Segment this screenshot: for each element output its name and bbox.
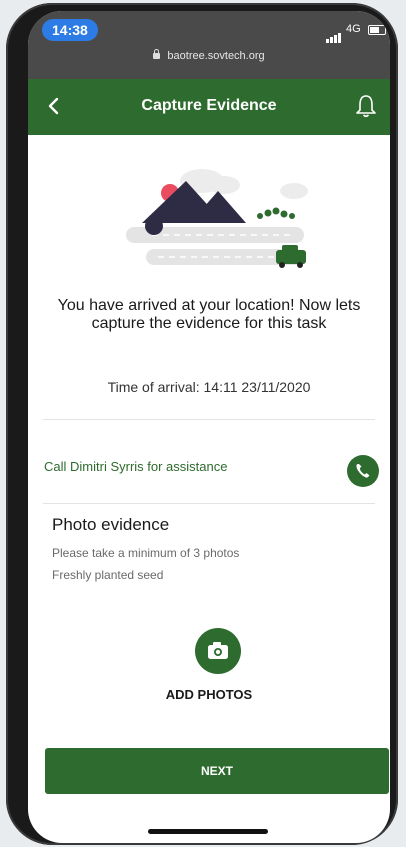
photo-evidence-title: Photo evidence	[52, 515, 170, 534]
status-bar: 14:38 4G baotree.sovtech.org	[28, 11, 390, 79]
app-header: Capture Evidence	[28, 79, 390, 135]
battery-icon	[368, 25, 386, 35]
screen: 14:38 4G baotree.sovtech.org Capture Evi…	[28, 11, 390, 843]
next-button[interactable]: NEXT	[45, 748, 389, 794]
photo-instruction: Please take a minimum of 3 photos	[52, 546, 240, 560]
camera-icon	[208, 642, 228, 659]
status-time: 14:38	[42, 19, 98, 41]
photo-subject: Freshly planted seed	[52, 568, 164, 582]
arrival-time: Time of arrival: 14:11 23/11/2020	[107, 379, 311, 395]
notifications-button[interactable]	[354, 93, 380, 121]
lock-icon	[153, 49, 161, 59]
phone-icon	[356, 464, 370, 478]
assistance-row[interactable]: Call Dimitri Syrris for assistance	[28, 439, 390, 501]
camera-button[interactable]	[195, 628, 241, 674]
arrival-illustration	[126, 169, 308, 268]
page-title: Capture Evidence	[141, 97, 277, 114]
home-indicator	[148, 829, 268, 834]
call-assistance-link[interactable]: Call Dimitri Syrris for assistance	[44, 459, 227, 474]
phone-frame: 14:38 4G baotree.sovtech.org Capture Evi…	[6, 3, 398, 845]
bell-icon	[356, 95, 376, 118]
url-bar[interactable]: baotree.sovtech.org	[28, 49, 390, 62]
url-text: baotree.sovtech.org	[167, 50, 265, 62]
network-label: 4G	[346, 23, 361, 35]
call-button[interactable]	[347, 455, 379, 487]
divider	[43, 419, 375, 420]
signal-icon	[326, 25, 342, 43]
add-photos-button[interactable]: ADD PHOTOS	[28, 687, 390, 702]
arrival-headline: You have arrived at your location! Now l…	[57, 297, 361, 332]
divider	[43, 503, 375, 504]
